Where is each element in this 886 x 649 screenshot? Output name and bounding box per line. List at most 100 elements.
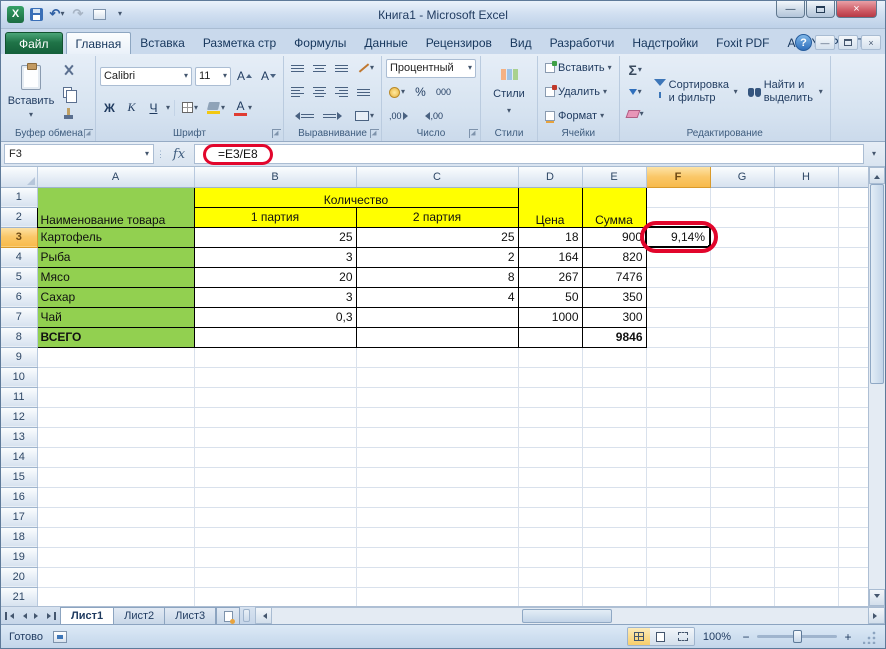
cell-c14[interactable] — [356, 447, 518, 467]
cell-f13[interactable] — [646, 427, 710, 447]
cell-a18[interactable] — [37, 527, 194, 547]
cell-a20[interactable] — [37, 567, 194, 587]
scroll-left-button[interactable] — [255, 607, 272, 624]
cell-h2[interactable] — [774, 207, 838, 227]
decrease-decimal-button[interactable]: ,00 — [418, 106, 447, 125]
tab-split-handle[interactable] — [243, 609, 250, 622]
cell-e14[interactable] — [582, 447, 646, 467]
cell-e20[interactable] — [582, 567, 646, 587]
row-header-8[interactable]: 8 — [1, 327, 37, 347]
cell-c13[interactable] — [356, 427, 518, 447]
cell-a13[interactable] — [37, 427, 194, 447]
horizontal-scroll-track[interactable] — [272, 607, 868, 624]
row-header-11[interactable]: 11 — [1, 387, 37, 407]
row-header-14[interactable]: 14 — [1, 447, 37, 467]
autosum-button[interactable]: Σ▾ — [624, 61, 647, 80]
cell-e3[interactable]: 900 — [582, 227, 646, 247]
cell-c16[interactable] — [356, 487, 518, 507]
cell-a3[interactable]: Картофель — [37, 227, 194, 247]
macro-record-icon[interactable] — [53, 631, 67, 643]
row-header-15[interactable]: 15 — [1, 467, 37, 487]
cell-g6[interactable] — [710, 287, 774, 307]
cell-h20[interactable] — [774, 567, 838, 587]
cell-c6[interactable]: 4 — [356, 287, 518, 307]
cell-e18[interactable] — [582, 527, 646, 547]
first-sheet-button[interactable] — [3, 609, 16, 623]
cell-g8[interactable] — [710, 327, 774, 347]
dialog-launcher-icon[interactable] — [84, 129, 93, 138]
row-header-6[interactable]: 6 — [1, 287, 37, 307]
cell-e5[interactable]: 7476 — [582, 267, 646, 287]
cell-g4[interactable] — [710, 247, 774, 267]
dialog-launcher-icon[interactable] — [272, 129, 281, 138]
cell-a9[interactable] — [37, 347, 194, 367]
cell-c18[interactable] — [356, 527, 518, 547]
fill-color-button[interactable]: ▾ — [204, 98, 228, 117]
cell-g15[interactable] — [710, 467, 774, 487]
row-header-18[interactable]: 18 — [1, 527, 37, 547]
cell-f18[interactable] — [646, 527, 710, 547]
select-all-corner[interactable] — [1, 167, 37, 187]
qat-extra-button[interactable] — [90, 5, 108, 23]
italic-button[interactable]: К — [122, 98, 141, 117]
cell-b12[interactable] — [194, 407, 356, 427]
cell-g17[interactable] — [710, 507, 774, 527]
clear-button[interactable]: ▾ — [624, 104, 647, 123]
cell-a4[interactable]: Рыба — [37, 247, 194, 267]
cell-e6[interactable]: 350 — [582, 287, 646, 307]
ribbon-tab[interactable]: Формулы — [285, 32, 355, 54]
vertical-scroll-track[interactable] — [869, 184, 885, 589]
insert-worksheet-button[interactable] — [216, 607, 240, 624]
cell-f5[interactable] — [646, 267, 710, 287]
cell-a17[interactable] — [37, 507, 194, 527]
font-color-button[interactable]: А▾ — [231, 98, 255, 117]
cell-c9[interactable] — [356, 347, 518, 367]
cell-h5[interactable] — [774, 267, 838, 287]
cell-h14[interactable] — [774, 447, 838, 467]
vertical-scrollbar[interactable] — [868, 167, 885, 606]
row-header-9[interactable]: 9 — [1, 347, 37, 367]
cell-g1[interactable] — [710, 187, 774, 207]
cell-b18[interactable] — [194, 527, 356, 547]
cell-e15[interactable] — [582, 467, 646, 487]
zoom-handle[interactable] — [793, 630, 802, 643]
cell-f11[interactable] — [646, 387, 710, 407]
cell-c20[interactable] — [356, 567, 518, 587]
excel-logo-icon[interactable]: X — [7, 6, 24, 23]
cell-f14[interactable] — [646, 447, 710, 467]
cell-g10[interactable] — [710, 367, 774, 387]
cell-d13[interactable] — [518, 427, 582, 447]
cell-c4[interactable]: 2 — [356, 247, 518, 267]
cell-f6[interactable] — [646, 287, 710, 307]
row-header-7[interactable]: 7 — [1, 307, 37, 327]
comma-style-button[interactable]: 000 — [433, 83, 454, 102]
cell-f2[interactable] — [646, 207, 710, 227]
cell-g11[interactable] — [710, 387, 774, 407]
expand-formula-bar-button[interactable]: ▾ — [866, 144, 882, 164]
cell-g2[interactable] — [710, 207, 774, 227]
cell-b7[interactable]: 0,3 — [194, 307, 356, 327]
cell-f19[interactable] — [646, 547, 710, 567]
cell-d9[interactable] — [518, 347, 582, 367]
cell-b1[interactable]: Количество — [194, 187, 518, 207]
cell-h3[interactable] — [774, 227, 838, 247]
cell-h17[interactable] — [774, 507, 838, 527]
ribbon-tab[interactable]: Надстройки — [623, 32, 707, 54]
cell-c21[interactable] — [356, 587, 518, 606]
fill-button[interactable]: ▾ — [624, 83, 647, 102]
cell-d6[interactable]: 50 — [518, 287, 582, 307]
cell-c15[interactable] — [356, 467, 518, 487]
normal-view-button[interactable] — [628, 628, 650, 645]
zoom-in-button[interactable]: + — [841, 630, 855, 644]
cell-d11[interactable] — [518, 387, 582, 407]
column-header-a[interactable]: A — [37, 167, 194, 187]
cell-c2[interactable]: 2 партия — [356, 207, 518, 227]
cell-f4[interactable] — [646, 247, 710, 267]
workbook-minimize-button[interactable]: — — [815, 35, 835, 50]
accounting-format-button[interactable]: ▾ — [386, 83, 408, 102]
paste-button[interactable]: Вставить ▾ — [7, 58, 55, 126]
cell-d3[interactable]: 18 — [518, 227, 582, 247]
cell-b15[interactable] — [194, 467, 356, 487]
row-header-17[interactable]: 17 — [1, 507, 37, 527]
cell-b17[interactable] — [194, 507, 356, 527]
